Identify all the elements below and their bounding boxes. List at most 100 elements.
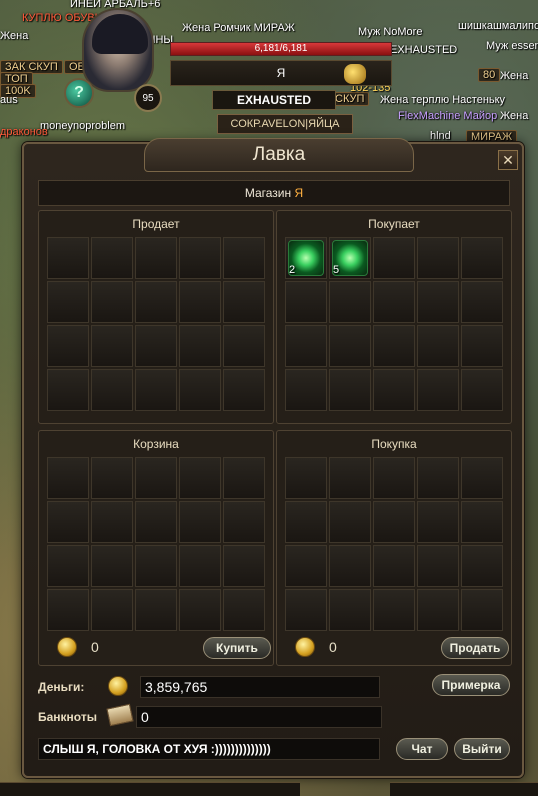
sell-slot[interactable] <box>135 325 177 367</box>
player-nametag[interactable]: aus <box>0 94 18 106</box>
purchase-slot[interactable] <box>329 501 371 543</box>
buy-slot[interactable] <box>373 369 415 411</box>
sell-grid <box>47 237 265 411</box>
preview-button[interactable]: Примерка <box>432 674 510 696</box>
purchase-slot[interactable] <box>285 501 327 543</box>
sell-slot[interactable] <box>179 325 221 367</box>
sell-button[interactable]: Продать <box>441 637 509 659</box>
sell-slot[interactable] <box>223 369 265 411</box>
sell-slot[interactable] <box>91 237 133 279</box>
cart-slot[interactable] <box>223 545 265 587</box>
purchase-slot[interactable] <box>373 501 415 543</box>
buy-slot[interactable] <box>417 325 459 367</box>
buy-grid: 25 <box>285 237 503 411</box>
cart-slot[interactable] <box>47 457 89 499</box>
player-nametag[interactable]: Муж essence <box>486 40 538 52</box>
purchase-slot[interactable] <box>417 501 459 543</box>
window-title[interactable]: Лавка <box>144 138 414 172</box>
sell-slot[interactable] <box>135 369 177 411</box>
cart-slot[interactable] <box>179 501 221 543</box>
purchase-slot[interactable] <box>461 457 503 499</box>
buy-slot[interactable] <box>285 369 327 411</box>
close-button[interactable]: ✕ <box>498 150 518 170</box>
buy-slot[interactable] <box>373 281 415 323</box>
purchase-slot[interactable] <box>417 589 459 631</box>
cart-slot[interactable] <box>135 545 177 587</box>
player-nametag[interactable]: Жена <box>0 30 28 42</box>
purchase-slot[interactable] <box>373 545 415 587</box>
cart-slot[interactable] <box>91 501 133 543</box>
buy-slot[interactable] <box>373 325 415 367</box>
cart-slot[interactable] <box>47 501 89 543</box>
purchase-slot[interactable] <box>373 589 415 631</box>
sell-slot[interactable] <box>223 237 265 279</box>
buy-slot[interactable] <box>373 237 415 279</box>
sell-slot[interactable] <box>91 281 133 323</box>
cart-slot[interactable] <box>47 589 89 631</box>
buy-slot[interactable] <box>417 281 459 323</box>
cart-slot[interactable] <box>135 501 177 543</box>
buy-slot[interactable] <box>417 237 459 279</box>
sell-slot[interactable] <box>47 325 89 367</box>
buy-slot[interactable] <box>329 369 371 411</box>
cart-slot[interactable] <box>179 457 221 499</box>
buy-slot[interactable] <box>461 237 503 279</box>
player-nametag[interactable]: Жена <box>500 70 528 82</box>
cart-slot[interactable] <box>223 457 265 499</box>
sell-slot[interactable] <box>179 369 221 411</box>
buy-slot[interactable]: 2 <box>285 237 327 279</box>
purchase-slot[interactable] <box>461 501 503 543</box>
purchase-slot[interactable] <box>417 545 459 587</box>
sell-slot[interactable] <box>91 369 133 411</box>
portrait-hair <box>92 14 148 54</box>
buy-slot[interactable]: 5 <box>329 237 371 279</box>
buy-slot[interactable] <box>461 325 503 367</box>
sell-slot[interactable] <box>47 237 89 279</box>
cart-slot[interactable] <box>223 589 265 631</box>
sell-slot[interactable] <box>223 325 265 367</box>
sell-slot[interactable] <box>223 281 265 323</box>
cart-slot[interactable] <box>91 545 133 587</box>
cart-slot[interactable] <box>91 457 133 499</box>
help-icon[interactable]: ? <box>64 78 94 108</box>
exit-button[interactable]: Выйти <box>454 738 510 760</box>
sell-slot[interactable] <box>179 237 221 279</box>
purchase-slot[interactable] <box>329 457 371 499</box>
sell-slot[interactable] <box>179 281 221 323</box>
purchase-slot[interactable] <box>329 545 371 587</box>
purchase-slot[interactable] <box>373 457 415 499</box>
sell-slot[interactable] <box>47 369 89 411</box>
purchase-slot[interactable] <box>461 589 503 631</box>
purchase-slot[interactable] <box>285 589 327 631</box>
sell-slot[interactable] <box>135 237 177 279</box>
gold-bag-icon[interactable] <box>344 64 366 84</box>
buy-slot[interactable] <box>461 281 503 323</box>
cart-slot[interactable] <box>135 589 177 631</box>
buy-slot[interactable] <box>461 369 503 411</box>
buy-slot[interactable] <box>285 281 327 323</box>
cart-slot[interactable] <box>91 589 133 631</box>
sell-slot[interactable] <box>47 281 89 323</box>
cart-slot[interactable] <box>135 457 177 499</box>
purchase-slot[interactable] <box>417 457 459 499</box>
purchase-slot[interactable] <box>461 545 503 587</box>
cart-slot[interactable] <box>47 545 89 587</box>
target-portrait[interactable] <box>82 8 154 92</box>
cart-slot[interactable] <box>179 589 221 631</box>
player-nametag[interactable]: драконов <box>0 126 48 138</box>
sell-slot[interactable] <box>135 281 177 323</box>
chat-button[interactable]: Чат <box>396 738 448 760</box>
buy-slot[interactable] <box>417 369 459 411</box>
purchase-slot[interactable] <box>285 545 327 587</box>
cart-slot[interactable] <box>223 501 265 543</box>
buy-button[interactable]: Купить <box>203 637 271 659</box>
buy-slot[interactable] <box>285 325 327 367</box>
player-nametag[interactable]: Жена <box>500 110 528 122</box>
shop-message-field[interactable]: СЛЫШ Я, ГОЛОВКА ОТ ХУЯ :)))))))))))))) <box>38 738 380 760</box>
purchase-slot[interactable] <box>329 589 371 631</box>
cart-slot[interactable] <box>179 545 221 587</box>
buy-slot[interactable] <box>329 281 371 323</box>
buy-slot[interactable] <box>329 325 371 367</box>
purchase-slot[interactable] <box>285 457 327 499</box>
sell-slot[interactable] <box>91 325 133 367</box>
